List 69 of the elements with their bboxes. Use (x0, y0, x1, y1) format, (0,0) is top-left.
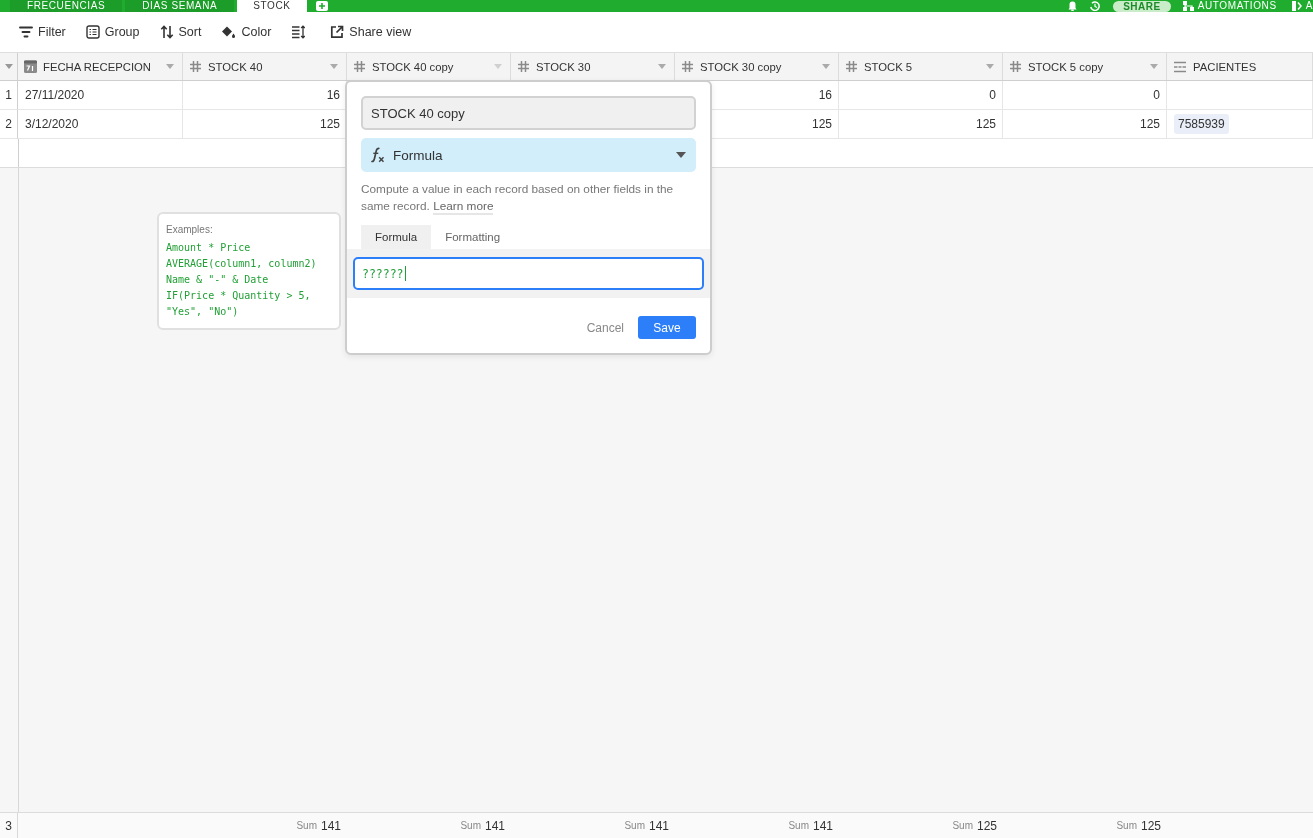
field-description: Compute a value in each record based on other fields in the same record. Learn more (361, 181, 675, 214)
column-header[interactable]: STOCK 5 (839, 53, 1003, 80)
summary-label: Sum (788, 820, 809, 831)
sort-button[interactable]: Sort (152, 21, 209, 43)
share-icon (330, 25, 345, 39)
formula-example: AVERAGE(column1, column2) (166, 257, 318, 271)
column-header[interactable]: PACIENTES (1167, 53, 1313, 80)
table-tab[interactable]: STOCK (237, 0, 307, 12)
bell-icon (1068, 1, 1078, 11)
hash-icon (189, 60, 202, 73)
summary-label: Sum (296, 820, 317, 831)
list-icon (85, 25, 100, 39)
caret-icon (330, 64, 338, 69)
sort-icon (159, 25, 174, 39)
paint-bucket-icon (221, 25, 237, 39)
caret-icon (986, 64, 994, 69)
cancel-button[interactable]: Cancel (586, 316, 624, 339)
filter-button[interactable]: Filter (12, 21, 73, 43)
caret-icon (658, 64, 666, 69)
editor-tab[interactable]: Formula (361, 225, 432, 249)
caret-icon (676, 152, 686, 158)
summary-label: Sum (624, 820, 645, 831)
summary-value: 125 (1140, 818, 1161, 833)
formula-example: Amount * Price (166, 241, 252, 255)
field-name-input[interactable]: STOCK 40 copy (361, 96, 696, 130)
save-button[interactable]: Save (638, 316, 696, 339)
caret-icon (1150, 64, 1158, 69)
table-tab[interactable]: FRECUENCIAS (10, 0, 123, 12)
table-tab[interactable]: DIAS SEMANA (125, 0, 235, 12)
formula-input[interactable]: ?????? (353, 257, 704, 290)
examples-title: Examples: (166, 224, 214, 235)
column-header[interactable]: FECHA RECEPCION (18, 53, 183, 80)
formula-example: IF(Price * Quantity > 5, "Yes", "No") (166, 289, 312, 319)
hash-icon (845, 60, 858, 73)
row-height-icon (291, 25, 306, 39)
summary-value: 125 (976, 818, 997, 833)
lines-icon (1173, 60, 1187, 73)
calendar-icon (24, 60, 37, 73)
summary-value: 141 (648, 818, 669, 833)
caret-icon (494, 64, 502, 69)
learn-more-link[interactable]: Learn more (433, 198, 494, 215)
filter-icon (19, 26, 33, 38)
column-header[interactable]: STOCK 5 copy (1003, 53, 1167, 80)
color-button[interactable]: Color (214, 21, 279, 43)
summary-label: Sum (1116, 820, 1137, 831)
record-count: 3 (5, 818, 12, 833)
caret-icon (822, 64, 830, 69)
caret-icon (4, 64, 13, 69)
group-button[interactable]: Group (78, 21, 147, 43)
function-icon (369, 147, 385, 163)
hash-icon (681, 60, 694, 73)
hash-icon (353, 60, 366, 73)
summary-label: Sum (952, 820, 973, 831)
history-icon (1089, 1, 1102, 11)
summary-value: 141 (812, 818, 833, 833)
formula-example: Name & "-" & Date (166, 273, 270, 287)
flow-icon (1182, 1, 1194, 11)
hash-icon (1009, 60, 1022, 73)
summary-label: Sum (460, 820, 481, 831)
bar-chevron-icon (1291, 1, 1302, 11)
summary-value: 141 (320, 818, 341, 833)
summary-value: 141 (484, 818, 505, 833)
column-header[interactable]: STOCK 40 (183, 53, 347, 80)
field-type-select[interactable]: Formula (361, 138, 696, 172)
hash-icon (517, 60, 530, 73)
caret-icon (166, 64, 174, 69)
editor-tab[interactable]: Formatting (431, 225, 515, 249)
share-view-button[interactable]: Share view (323, 21, 419, 43)
linked-record-chip[interactable]: 7585939 (1174, 114, 1229, 134)
